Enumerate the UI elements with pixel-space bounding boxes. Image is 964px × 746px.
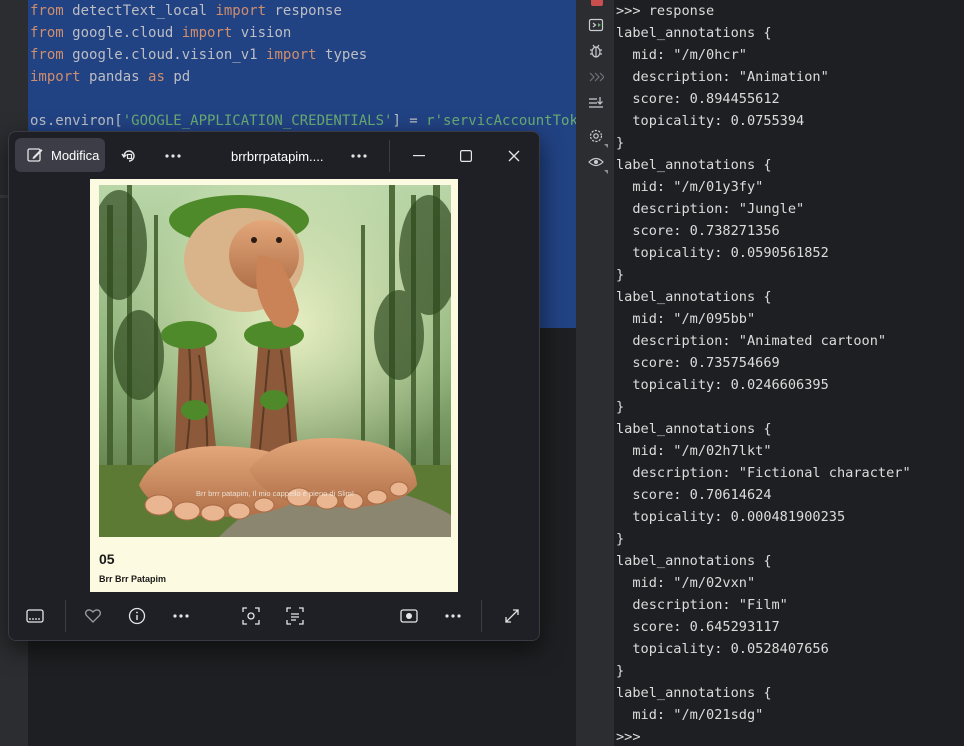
edit-button-label: Modifica xyxy=(51,147,100,163)
console-line: score: 0.645293117 xyxy=(616,619,780,635)
more-icon[interactable] xyxy=(161,144,185,168)
console-line: mid: "/m/021sdg" xyxy=(616,707,764,723)
code-token: os.environ[ xyxy=(30,113,123,129)
console-line: } xyxy=(616,135,625,151)
edit-icon xyxy=(26,146,44,164)
code-line: os.environ['GOOGLE_APPLICATION_CREDENTIA… xyxy=(30,110,576,132)
console-line: description: "Animated cartoon" xyxy=(616,333,887,349)
code-token: from xyxy=(30,47,73,63)
console-line: label_annotations { xyxy=(616,685,772,701)
more-icon[interactable] xyxy=(441,604,465,628)
code-token: detectText_local xyxy=(72,3,216,19)
code-line: from google.cloud.vision_v1 import types xyxy=(30,44,367,66)
more-icon[interactable] xyxy=(347,144,371,168)
bar-divider xyxy=(65,600,66,632)
console-line: mid: "/m/095bb" xyxy=(616,311,756,327)
console-run-icon[interactable] xyxy=(586,15,606,35)
console-line: topicality: 0.0246606395 xyxy=(616,377,829,393)
image-caption: Brr brrr patapim, Il mio cappello è pien… xyxy=(196,489,354,498)
close-icon[interactable] xyxy=(502,144,526,168)
console-line: mid: "/m/01y3fy" xyxy=(616,179,764,195)
code-token: pd xyxy=(173,69,191,85)
settings-icon[interactable] xyxy=(586,126,608,148)
console-line: score: 0.738271356 xyxy=(616,223,780,239)
console-line: description: "Fictional character" xyxy=(616,465,911,481)
code-token: from xyxy=(30,25,73,41)
more-icon[interactable] xyxy=(169,604,193,628)
code-token: ] = xyxy=(392,113,427,129)
python-console[interactable]: >>> response label_annotations { mid: "/m… xyxy=(614,0,964,746)
console-line: } xyxy=(616,399,625,415)
console-line: score: 0.894455612 xyxy=(616,91,780,107)
code-token: vision xyxy=(240,25,292,41)
console-line: mid: "/m/0hcr" xyxy=(616,47,747,63)
code-line: from detectText_local import response xyxy=(30,0,342,22)
scroll-end-icon[interactable] xyxy=(586,93,606,113)
code-token: from xyxy=(30,3,73,19)
console-line: topicality: 0.0528407656 xyxy=(616,641,829,657)
maximize-icon[interactable] xyxy=(454,144,478,168)
minimize-icon[interactable] xyxy=(407,144,431,168)
code-token: import xyxy=(266,47,326,63)
console-line: label_annotations { xyxy=(616,157,772,173)
text-scan-icon[interactable] xyxy=(283,604,307,628)
code-token: as xyxy=(148,69,174,85)
code-token: google.cloud.vision_v1 xyxy=(72,47,267,63)
photos-toolbar: Modifica brrbrrpatapim.... xyxy=(9,132,539,180)
console-line: } xyxy=(616,267,625,283)
console-line: score: 0.70614624 xyxy=(616,487,772,503)
photo-title: brrbrrpatapim.... xyxy=(231,149,324,164)
console-line: label_annotations { xyxy=(616,25,772,41)
slideshow-icon[interactable] xyxy=(397,604,421,628)
console-line: label_annotations { xyxy=(616,553,772,569)
code-token: google.cloud xyxy=(72,25,182,41)
code-token: response xyxy=(274,3,342,19)
photo-card: Brr brrr patapim, Il mio cappello è pien… xyxy=(90,179,458,592)
console-line: >>> xyxy=(616,729,641,745)
console-line: } xyxy=(616,531,625,547)
console-line: topicality: 0.000481900235 xyxy=(616,509,846,525)
console-line: score: 0.735754669 xyxy=(616,355,780,371)
console-line: label_annotations { xyxy=(616,289,772,305)
stop-icon[interactable] xyxy=(591,0,603,6)
console-toolbar xyxy=(579,0,614,746)
debug-icon[interactable] xyxy=(586,41,606,61)
photos-bottom-bar xyxy=(9,592,539,640)
console-line: description: "Film" xyxy=(616,597,788,613)
code-line: from google.cloud import vision xyxy=(30,22,291,44)
edit-button[interactable]: Modifica xyxy=(15,138,105,172)
bar-divider xyxy=(481,600,482,632)
view-icon[interactable] xyxy=(586,152,608,174)
photos-viewer-window[interactable]: Modifica brrbrrpatapim.... Brr brrr pata… xyxy=(8,131,540,641)
visual-search-icon[interactable] xyxy=(239,604,263,628)
heart-icon[interactable] xyxy=(81,604,105,628)
console-line: mid: "/m/02h7lkt" xyxy=(616,443,772,459)
code-token: 'GOOGLE_APPLICATION_CREDENTIALS' xyxy=(122,113,393,129)
console-line: description: "Jungle" xyxy=(616,201,805,217)
info-icon[interactable] xyxy=(125,604,149,628)
code-token: import xyxy=(215,3,275,19)
rotate-icon[interactable] xyxy=(117,144,141,168)
fullscreen-icon[interactable] xyxy=(500,604,524,628)
code-line: import pandas as pd xyxy=(30,66,190,88)
code-token: types xyxy=(325,47,368,63)
code-token: r'servicAccountToken.j xyxy=(426,113,576,129)
console-line: topicality: 0.0755394 xyxy=(616,113,805,129)
photo-image: Brr brrr patapim, Il mio cappello è pien… xyxy=(99,185,451,537)
code-token: import xyxy=(30,69,90,85)
console-line: mid: "/m/02vxn" xyxy=(616,575,756,591)
code-token: import xyxy=(181,25,241,41)
card-number: 05 xyxy=(99,551,115,567)
console-line: } xyxy=(616,663,625,679)
card-name: Brr Brr Patapim xyxy=(99,574,167,584)
console-line: label_annotations { xyxy=(616,421,772,437)
toolbar-divider xyxy=(389,140,390,172)
forward-icon[interactable] xyxy=(586,67,606,87)
code-token: pandas xyxy=(89,69,149,85)
console-line: description: "Animation" xyxy=(616,69,829,85)
console-line: topicality: 0.0590561852 xyxy=(616,245,829,261)
filmstrip-icon[interactable] xyxy=(23,604,47,628)
console-line: >>> response xyxy=(616,3,715,19)
